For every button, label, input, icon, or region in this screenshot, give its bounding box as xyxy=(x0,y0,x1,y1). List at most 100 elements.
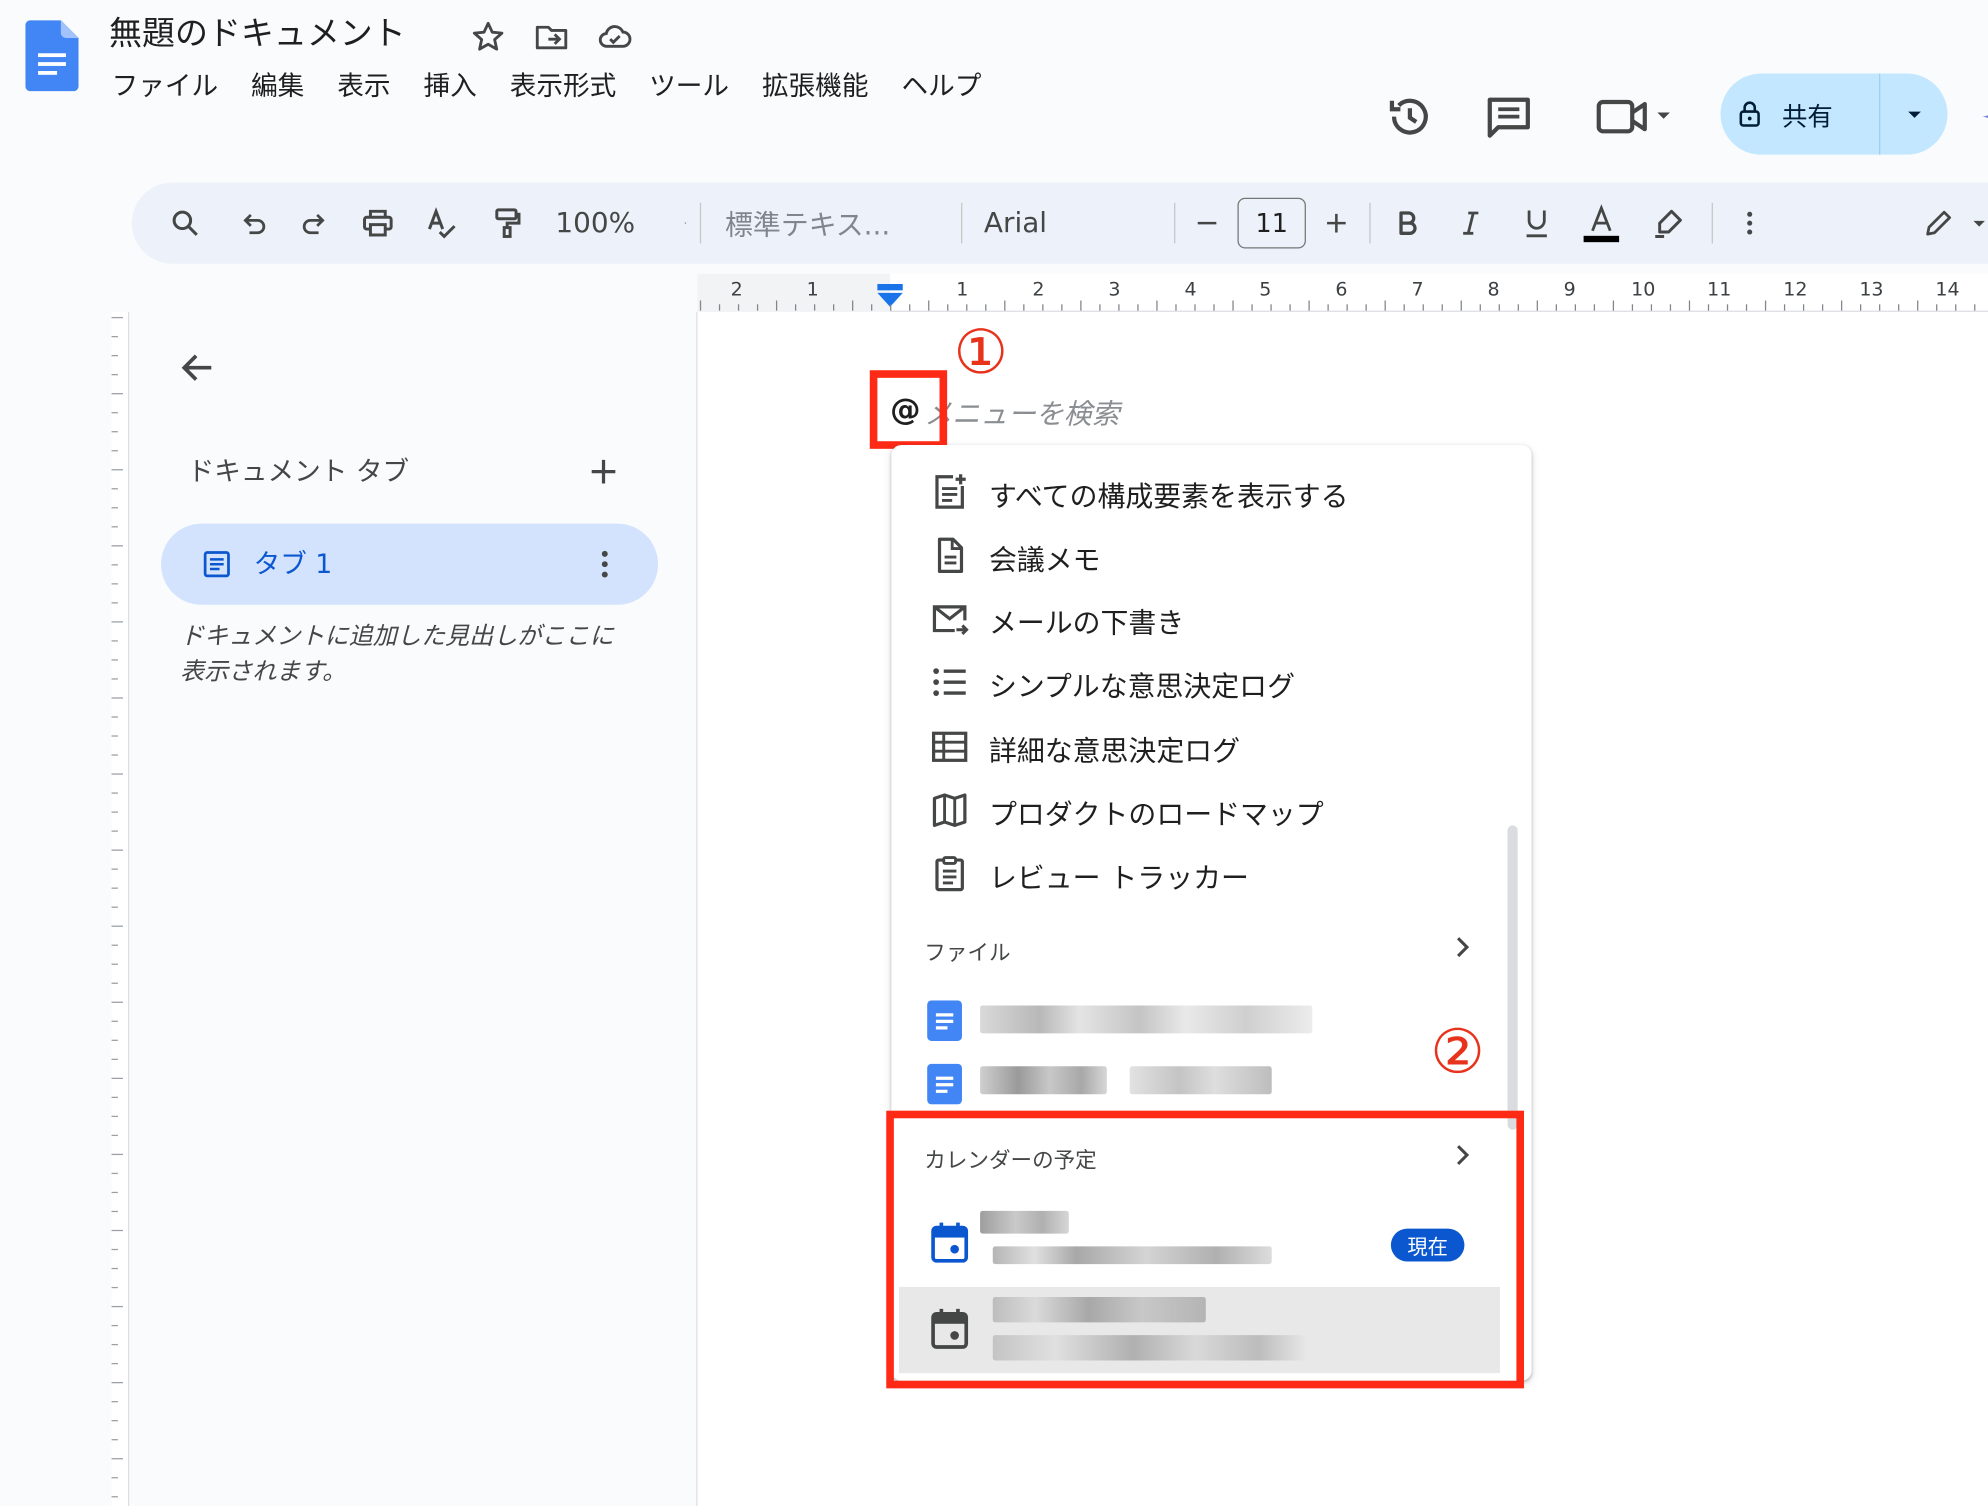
menu-file[interactable]: ファイル xyxy=(112,66,219,104)
vertical-ruler[interactable] xyxy=(111,311,130,1506)
decrease-font-size-button[interactable] xyxy=(1187,183,1228,264)
ruler-tick xyxy=(111,849,123,851)
paint-format-button[interactable] xyxy=(484,183,530,264)
menu-item-review-tracker[interactable]: レビュー トラッカー xyxy=(891,842,1531,905)
add-tab-icon[interactable] xyxy=(586,454,622,490)
text-color-button[interactable] xyxy=(1577,183,1625,264)
bold-button[interactable] xyxy=(1385,183,1431,264)
ruler-tick xyxy=(1631,304,1634,311)
highlight-color-button[interactable] xyxy=(1646,183,1692,264)
ruler-tick xyxy=(111,1058,118,1060)
ruler-tick xyxy=(1707,304,1710,311)
ruler-tick xyxy=(1974,304,1976,311)
ruler-number: 3 xyxy=(1108,277,1121,301)
menu-help[interactable]: ヘルプ xyxy=(901,66,981,104)
redo-button[interactable] xyxy=(292,183,338,264)
print-button[interactable] xyxy=(355,183,401,264)
increase-font-size-button[interactable] xyxy=(1316,183,1357,264)
ruler-tick xyxy=(111,564,118,566)
undo-button[interactable] xyxy=(231,183,277,264)
paragraph-style-select[interactable]: 標準テキス... xyxy=(725,183,936,264)
font-size-input[interactable]: 11 xyxy=(1237,197,1306,249)
ruler-tick xyxy=(1517,304,1519,311)
lock-icon xyxy=(1738,101,1760,127)
ruler-tick xyxy=(1384,300,1386,311)
outline-hint-text: ドキュメントに追加した見出しがここに表示されます。 xyxy=(180,622,614,686)
menu-item-simple-decision-log[interactable]: シンプルな意思決定ログ xyxy=(891,650,1531,713)
zoom-select[interactable]: 100% xyxy=(555,183,687,264)
ruler-tick xyxy=(111,1229,123,1232)
ruler-tick xyxy=(111,1477,118,1479)
star-icon[interactable] xyxy=(469,18,507,56)
chevron-right-icon[interactable] xyxy=(1447,932,1477,962)
ruler-tick xyxy=(1118,304,1120,311)
meet-icon[interactable] xyxy=(1592,91,1676,142)
ruler-tick xyxy=(1917,300,1919,311)
ruler-tick xyxy=(1156,300,1158,311)
menu-item-meeting-notes[interactable]: 会議メモ xyxy=(891,524,1531,587)
gemini-icon[interactable] xyxy=(1980,91,1988,142)
plus-icon xyxy=(1327,213,1346,233)
annotation-highlight-box-2 xyxy=(886,1110,1525,1389)
back-arrow-icon[interactable] xyxy=(178,347,219,388)
ruler-tick xyxy=(111,659,118,661)
horizontal-ruler[interactable]: 2 1 1 2 3 4 5 6 7 8 9 10 11 12 13 14 15 xyxy=(697,273,1988,312)
map-icon xyxy=(932,793,967,828)
menu-item-product-roadmap[interactable]: プロダクトのロードマップ xyxy=(891,778,1531,841)
ruler-number: 9 xyxy=(1563,277,1576,301)
menu-edit[interactable]: 編集 xyxy=(251,66,304,104)
italic-button[interactable] xyxy=(1448,183,1494,264)
share-dropdown-button[interactable] xyxy=(1880,74,1947,155)
ruler-tick xyxy=(111,982,118,984)
comment-icon[interactable] xyxy=(1483,91,1534,142)
ruler-tick xyxy=(1308,300,1310,311)
ruler-tick xyxy=(111,1343,118,1346)
ruler-tick xyxy=(1194,304,1196,311)
more-options-button[interactable] xyxy=(1729,183,1770,264)
menu-scrollbar[interactable] xyxy=(1507,825,1518,1130)
menu-item-email-draft[interactable]: メールの下書き xyxy=(891,587,1531,650)
share-button[interactable]: 共有 xyxy=(1721,73,1881,155)
ruler-tick xyxy=(111,621,123,623)
toolbar-divider xyxy=(1711,202,1713,244)
menu-tools[interactable]: ツール xyxy=(649,66,729,104)
at-menu-search-placeholder[interactable]: メニューを検索 xyxy=(924,392,1119,433)
menu-view[interactable]: 表示 xyxy=(337,66,390,104)
ruler-tick xyxy=(111,716,118,718)
ruler-tick xyxy=(947,304,949,311)
menu-insert[interactable]: 挿入 xyxy=(423,66,476,104)
ruler-tick xyxy=(111,1382,123,1384)
font-family-select[interactable]: Arial xyxy=(984,183,1149,264)
ruler-tick xyxy=(111,944,118,946)
files-section-heading[interactable]: ファイル xyxy=(924,934,1010,966)
ruler-tick xyxy=(111,1210,118,1213)
ruler-number: 2 xyxy=(730,277,743,301)
document-title[interactable]: 無題のドキュメント xyxy=(109,8,406,55)
cloud-saved-icon[interactable] xyxy=(596,18,634,56)
italic-icon xyxy=(1463,211,1479,235)
ruler-tick xyxy=(111,887,118,889)
history-icon[interactable] xyxy=(1385,91,1436,142)
menu-item-show-all-building-blocks[interactable]: すべての構成要素を表示する xyxy=(891,460,1531,523)
spellcheck-button[interactable] xyxy=(418,183,464,264)
zoom-value: 100% xyxy=(555,207,636,239)
move-to-folder-icon[interactable] xyxy=(533,18,571,56)
ruler-tick xyxy=(794,304,797,311)
menu-item-detailed-decision-log[interactable]: 詳細な意思決定ログ xyxy=(891,715,1531,778)
menu-extensions[interactable]: 拡張機能 xyxy=(762,66,869,104)
sidebar-tab-1[interactable]: タブ 1 xyxy=(161,523,659,605)
ruler-tick xyxy=(1479,304,1481,311)
menu-format[interactable]: 表示形式 xyxy=(510,66,617,104)
ruler-margin xyxy=(697,273,891,312)
ruler-tick xyxy=(111,335,118,338)
docs-logo-icon[interactable] xyxy=(25,20,79,92)
editing-mode-button[interactable] xyxy=(1912,183,1988,264)
search-menus-button[interactable] xyxy=(162,183,208,264)
ruler-tick xyxy=(111,1248,118,1251)
underline-button[interactable] xyxy=(1514,183,1560,264)
ruler-tick xyxy=(111,1420,118,1422)
ruler-tick xyxy=(111,1305,123,1308)
ruler-tick xyxy=(1251,304,1253,311)
more-vert-icon[interactable] xyxy=(587,546,623,582)
ruler-tick xyxy=(1460,300,1462,311)
